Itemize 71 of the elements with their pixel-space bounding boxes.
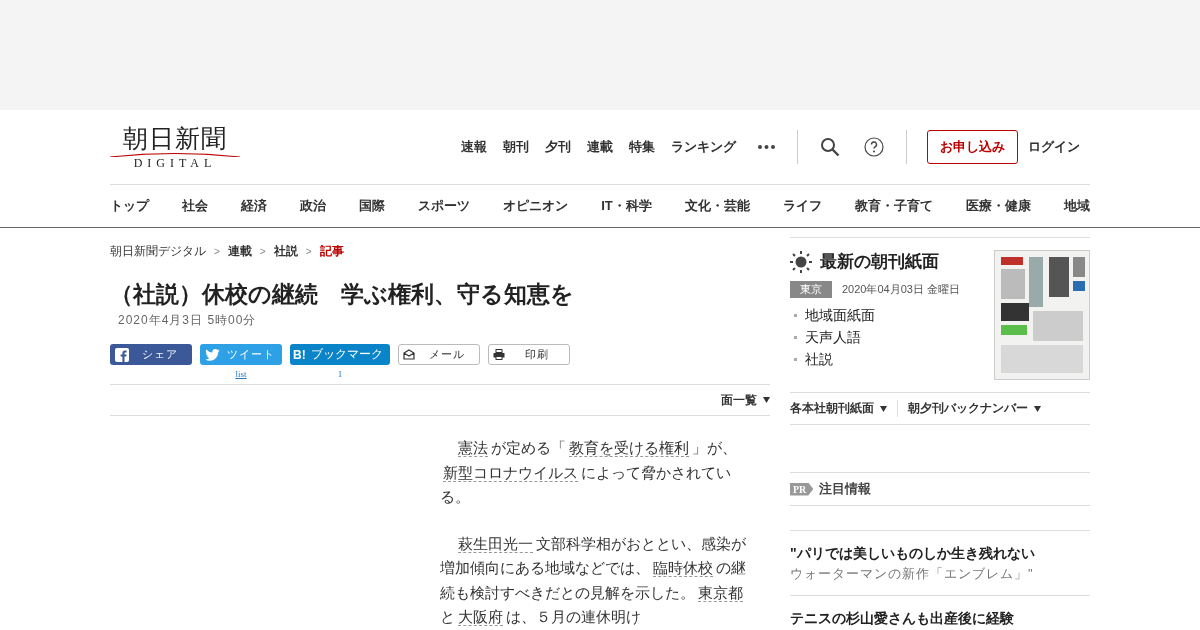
article-paragraph: 萩生田光一 文部科学相がおととい、感染が増加傾向にある地域などでは、 臨時休校 の継続も検討すべきだとの見解を示した。 東京都 と 大阪府 は、５月の連休明け <box>440 533 747 628</box>
article-paragraph: 憲法 が定める「 教育を受ける権利 」が、 新型コロナウイルス によって脅かされている。 <box>440 438 738 507</box>
share-count[interactable]: 1 <box>337 369 343 379</box>
logo[interactable]: 朝日新聞 DIGITAL <box>110 125 240 169</box>
keyword-link[interactable]: 新型コロナウイルス <box>443 463 578 482</box>
paper-link[interactable]: 地域面紙面 <box>805 304 875 326</box>
more-icon[interactable] <box>758 145 775 149</box>
category-link[interactable]: トップ <box>110 197 149 215</box>
share-button[interactable]: メール <box>398 344 480 365</box>
category-link[interactable]: ライフ <box>782 197 822 215</box>
search-icon[interactable] <box>820 137 840 157</box>
category-link[interactable]: オピニオン <box>503 197 569 215</box>
pr-heading: 注目情報 <box>819 480 872 498</box>
category-link[interactable]: 教育・子育て <box>854 197 933 215</box>
category-link[interactable]: スポーツ <box>418 197 471 215</box>
caret-icon <box>880 405 887 412</box>
promo-link[interactable]: テニスの杉山愛さんも出産後に経験 <box>790 608 1090 628</box>
category-link[interactable]: 社会 <box>182 197 209 215</box>
facebook-icon <box>115 347 129 362</box>
breadcrumb-link[interactable]: 連載 <box>227 243 252 260</box>
nav-link[interactable]: 朝刊 <box>495 138 537 156</box>
paper-link[interactable]: 社説 <box>805 348 833 370</box>
nav-link[interactable]: 特集 <box>621 138 663 156</box>
category-link[interactable]: 国際 <box>359 197 386 215</box>
category-link[interactable]: 地域 <box>1063 197 1090 215</box>
caret-icon <box>1034 405 1041 412</box>
breadcrumb-separator: > <box>259 246 266 257</box>
share-button[interactable]: 印刷 <box>488 344 570 365</box>
keyword-link[interactable]: 教育を受ける権利 <box>569 439 689 457</box>
share-button[interactable]: シェア <box>110 344 192 365</box>
subscribe-button[interactable]: お申し込み <box>927 130 1018 164</box>
article-date: 2020年4月3日 5時00分 <box>118 312 258 329</box>
keyword-link[interactable]: 東京都 <box>698 583 743 602</box>
keyword-link[interactable]: 憲法 <box>458 439 488 457</box>
sun-icon <box>790 250 812 273</box>
help-icon[interactable] <box>864 137 884 157</box>
dropdown-link[interactable]: 朝夕刊バックナンバー <box>897 400 1051 417</box>
edition-tag: 東京 <box>790 281 832 298</box>
breadcrumb-link[interactable]: 朝日新聞デジタル <box>110 243 206 260</box>
nav-link[interactable]: ランキング <box>663 138 744 156</box>
page-list-link[interactable]: 面一覧 <box>721 391 770 409</box>
article-title: （社説）休校の継続 学ぶ権利、守る知恵を <box>110 280 575 308</box>
printer-icon <box>493 349 505 360</box>
breadcrumb-separator: > <box>214 246 220 257</box>
pr-badge: PR <box>790 482 814 496</box>
breadcrumb-link[interactable]: 社説 <box>273 243 298 260</box>
keyword-link[interactable]: 大阪府 <box>458 608 503 626</box>
envelope-icon <box>403 349 415 360</box>
keyword-link[interactable]: 萩生田光一 <box>458 534 533 553</box>
dropdown-link[interactable]: 各本社朝刊紙面 <box>790 400 897 417</box>
share-count[interactable]: list <box>235 369 247 379</box>
nav-link[interactable]: 速報 <box>453 138 495 156</box>
category-link[interactable]: 文化・芸能 <box>684 197 750 215</box>
nav-link[interactable]: 夕刊 <box>537 138 579 156</box>
bird-icon <box>205 348 220 361</box>
breadcrumb-separator: > <box>305 246 312 257</box>
category-link[interactable]: 政治 <box>300 197 327 215</box>
promo-link[interactable]: "パリでは美しいものしか生き残れない <box>790 543 1090 563</box>
category-link[interactable]: 経済 <box>241 197 268 215</box>
paper-link[interactable]: 天声人語 <box>805 326 861 348</box>
breadcrumb-link[interactable]: 記事 <box>319 243 344 260</box>
keyword-link[interactable]: 臨時休校 <box>653 559 713 577</box>
caret-icon <box>763 397 770 403</box>
share-button[interactable]: B! ブックマーク <box>290 344 390 365</box>
promo-subtitle: ウォーターマンの新作「エンブレム」" <box>790 565 1035 583</box>
category-link[interactable]: 医療・健康 <box>965 197 1031 215</box>
nav-link[interactable]: 連載 <box>579 138 621 156</box>
paper-date: 2020年04月03日 金曜日 <box>842 282 960 297</box>
login-link[interactable]: ログイン <box>1018 138 1090 156</box>
category-link[interactable]: IT・科学 <box>601 197 652 215</box>
paper-title: 最新の朝刊紙面 <box>820 251 939 273</box>
